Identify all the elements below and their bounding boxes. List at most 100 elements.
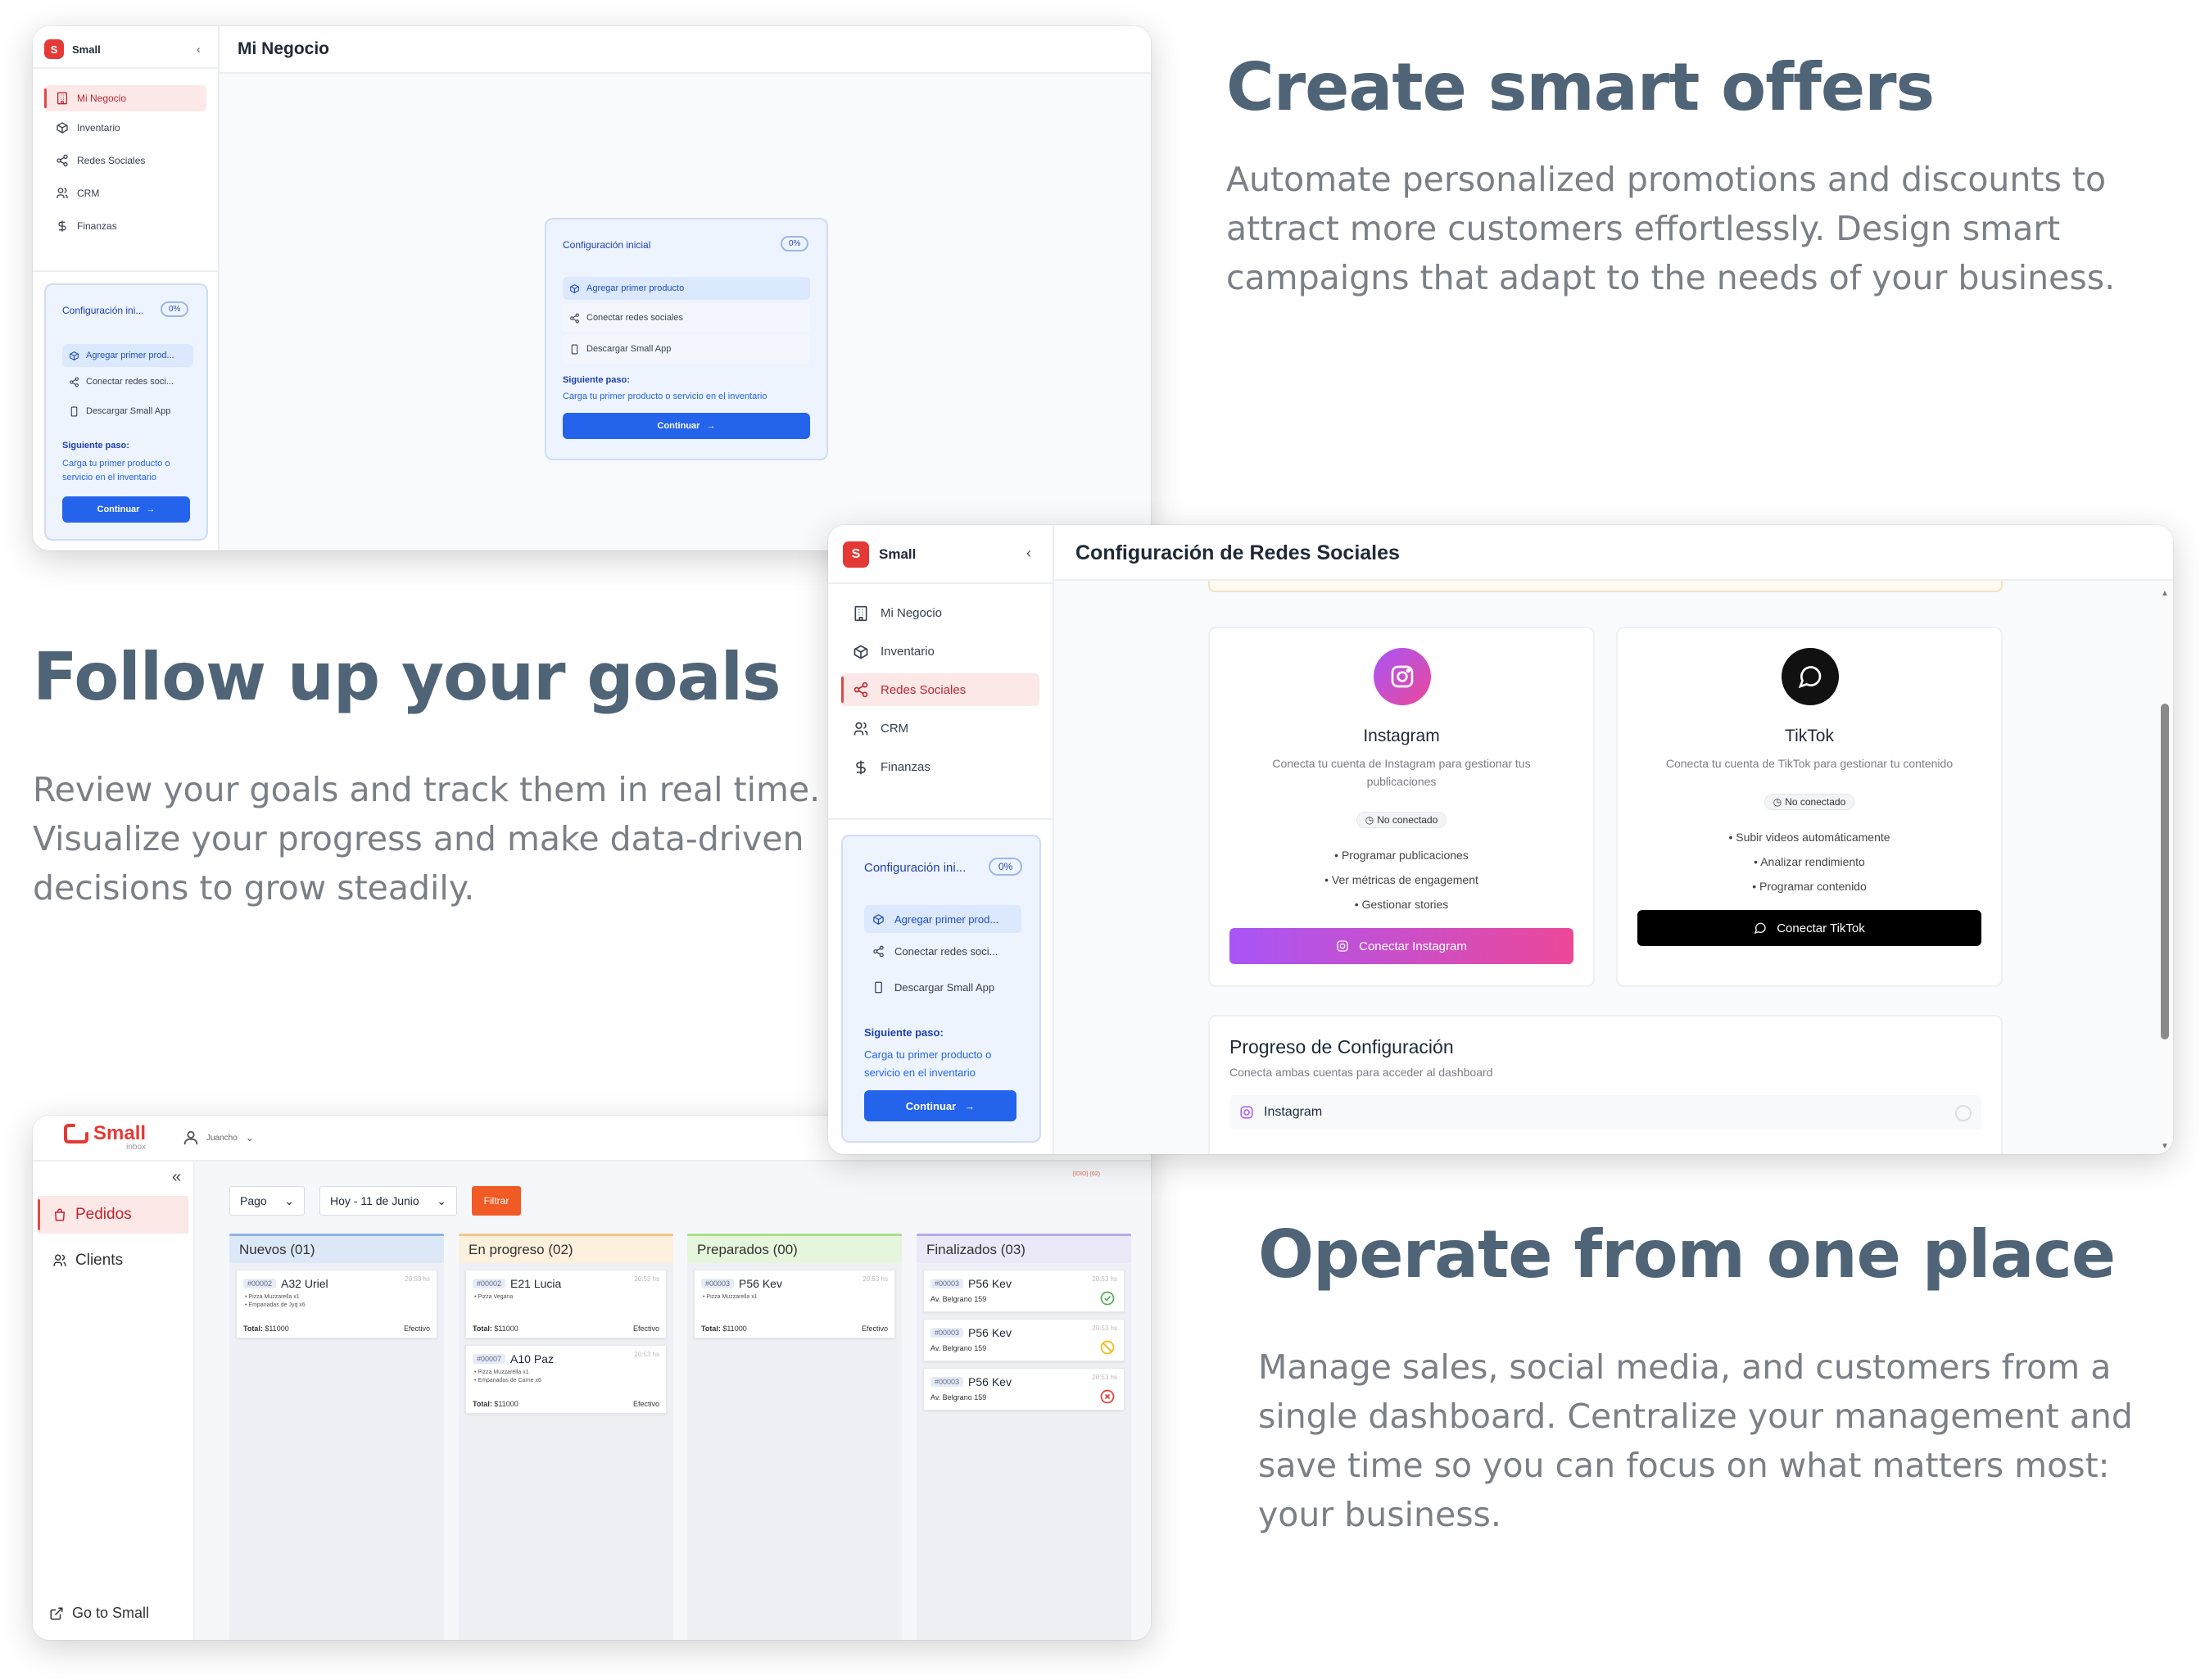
- setup-step-add-product[interactable]: Agregar primer prod...: [864, 905, 1021, 933]
- building-icon: [854, 605, 867, 621]
- x-circle-icon: [1100, 1389, 1115, 1404]
- sidebar-item-mi-negocio[interactable]: Mi Negocio: [44, 85, 206, 111]
- order-item: • Pizza Muzzarella x1: [245, 1294, 300, 1300]
- order-items: • Pizza Vegana: [474, 1293, 513, 1302]
- brand-sub: inbox: [126, 1143, 147, 1152]
- connect-instagram-button[interactable]: Conectar Instagram: [1229, 928, 1573, 964]
- order-card[interactable]: #00003 P56 Kev 20:53 hs Av. Belgrano 159: [923, 1270, 1125, 1312]
- order-id: #00002: [473, 1279, 506, 1288]
- feature-item: • Ver métricas de engagement: [1324, 873, 1478, 886]
- sidebar-item-label: CRM: [881, 722, 909, 736]
- order-id: #00003: [701, 1279, 735, 1288]
- order-item-label: Pizza Muzzarella x1: [706, 1294, 758, 1300]
- order-card[interactable]: #00003 P56 Kev 20:53 hs Av. Belgrano 159: [923, 1368, 1125, 1411]
- order-card[interactable]: #00007 A10 Paz 20:53 hs • Pizza Muzzarella …: [465, 1345, 667, 1414]
- sidebar-item-redes-sociales[interactable]: Redes Sociales: [44, 144, 206, 177]
- tiktok-status-badge: ◷ No conectado: [1764, 794, 1855, 810]
- connect-tiktok-button[interactable]: Conectar TikTok: [1637, 910, 1981, 946]
- order-time: 20:53 hs: [1092, 1325, 1117, 1332]
- phone-icon: [571, 344, 578, 354]
- continue-button[interactable]: Continuar →: [563, 413, 810, 439]
- dollar-icon: [856, 760, 866, 774]
- payment-method: Efectivo: [632, 1325, 659, 1333]
- setup-step-add-product[interactable]: Agregar primer producto: [563, 277, 810, 300]
- feature-item: • Subir videos automáticamente: [1728, 831, 1890, 844]
- sidebar-item-label: Mi Negocio: [77, 93, 127, 104]
- setup-title: Configuración inicial: [563, 239, 651, 251]
- filter-button[interactable]: Filtrar: [472, 1186, 521, 1216]
- scrollbar[interactable]: ▲ ▼: [2157, 581, 2173, 1154]
- payment-filter[interactable]: Pago ⌄: [229, 1186, 305, 1216]
- building-icon: [57, 92, 67, 105]
- sidebar-item-inventario[interactable]: Inventario: [44, 111, 206, 144]
- setup-step-add-product[interactable]: Agregar primer prod...: [62, 344, 193, 367]
- external-link-icon: [50, 1607, 63, 1619]
- collapse-icon[interactable]: ‹: [1026, 545, 1031, 562]
- sidebar-item-crm[interactable]: CRM: [44, 177, 206, 210]
- progress-item-instagram: Instagram: [1229, 1095, 1981, 1130]
- sidebar-item-mi-negocio[interactable]: Mi Negocio: [841, 594, 1039, 632]
- order-name: E21 Lucia: [510, 1277, 562, 1290]
- feature-label: Subir videos automáticamente: [1736, 831, 1890, 844]
- continue-button[interactable]: Continuar →: [864, 1090, 1016, 1121]
- progress-title: Progreso de Configuración: [1229, 1036, 1454, 1057]
- instagram-features: • Programar publicaciones • Ver métricas…: [1210, 843, 1593, 917]
- instagram-description: Conecta tu cuenta de Instagram para gest…: [1272, 757, 1531, 788]
- date-filter[interactable]: Hoy - 11 de Junio ⌄: [319, 1186, 457, 1216]
- order-time: 20:53 hs: [1092, 1275, 1117, 1283]
- setup-step-label: Descargar Small App: [894, 980, 995, 994]
- setup-step-download-app[interactable]: Descargar Small App: [563, 334, 810, 364]
- feature-label: Programar contenido: [1759, 880, 1867, 893]
- order-name: P56 Kev: [968, 1326, 1012, 1339]
- sidebar-item-finanzas[interactable]: Finanzas: [44, 210, 206, 242]
- button-label: Conectar Instagram: [1359, 939, 1467, 953]
- collapse-icon[interactable]: ‹: [197, 43, 201, 56]
- scroll-down-icon[interactable]: ▼: [2161, 1142, 2169, 1151]
- sidebar-item-clients[interactable]: Clients: [38, 1242, 188, 1279]
- scrollbar-thumb[interactable]: [2161, 704, 2169, 1039]
- box-icon: [70, 351, 79, 360]
- order-total: $11000: [494, 1325, 518, 1333]
- sidebar-item-finanzas[interactable]: Finanzas: [841, 748, 1039, 786]
- scroll-up-icon[interactable]: ▲: [2161, 589, 2169, 598]
- order-id: #00003: [930, 1377, 964, 1387]
- continue-button[interactable]: Continuar →: [62, 496, 190, 523]
- sidebar-item-label: Finanzas: [881, 760, 930, 774]
- tiktok-card: TikTok Conecta tu cuenta de TikTok para …: [1616, 627, 2003, 987]
- user-menu[interactable]: Juancho ⌄: [182, 1129, 254, 1147]
- go-to-small-link[interactable]: Go to Small: [49, 1605, 149, 1622]
- setup-card: Configuración ini... 0% Agregar primer p…: [44, 283, 208, 541]
- sidebar-item-pedidos[interactable]: Pedidos: [38, 1196, 188, 1234]
- next-step-label: Siguiente paso:: [563, 375, 630, 385]
- sidebar-item-label: Inventario: [77, 122, 120, 134]
- setup-title: Configuración ini...: [864, 861, 967, 875]
- phone-icon: [70, 406, 78, 416]
- collapse-icon[interactable]: «: [172, 1168, 181, 1187]
- setup-step-connect-social[interactable]: Conectar redes soci...: [864, 933, 1021, 969]
- sidebar-item-inventario[interactable]: Inventario: [841, 632, 1039, 671]
- app-logo: S Small: [44, 39, 101, 59]
- setup-step-label: Conectar redes sociales: [586, 313, 684, 323]
- order-items: • Pizza Muzzarella x1 • Empanadas de Jyq …: [245, 1293, 306, 1310]
- order-card[interactable]: #00002 E21 Lucia 20:53 hs • Pizza Vegana Tot…: [465, 1270, 667, 1338]
- order-card[interactable]: #00003 P56 Kev 20:53 hs • Pizza Muzzarella …: [694, 1270, 895, 1338]
- total-label: Total:: [473, 1400, 492, 1408]
- setup-step-download-app[interactable]: Descargar Small App: [864, 969, 1021, 1005]
- inbox-window: Small inbox Juancho ⌄ « Pedidos Clients …: [33, 1116, 1151, 1640]
- feature-item: • Gestionar stories: [1354, 898, 1449, 911]
- user-name: Juancho: [206, 1133, 238, 1143]
- setup-step-connect-social[interactable]: Conectar redes sociales: [563, 303, 810, 333]
- setup-step-label: Descargar Small App: [86, 406, 171, 416]
- sidebar-item-label: Mi Negocio: [881, 606, 943, 620]
- setup-step-connect-social[interactable]: Conectar redes soci...: [62, 367, 193, 396]
- page-header: Configuración de Redes Sociales: [1054, 525, 2173, 581]
- app-name: Small: [72, 43, 101, 56]
- sidebar-item-crm[interactable]: CRM: [841, 709, 1039, 748]
- order-card[interactable]: #00002 A32 Uriel 20:53 hs • Pizza Muzzarell…: [236, 1270, 437, 1338]
- mi-negocio-window: S Small ‹ Mi Negocio Inventario Redes So…: [33, 26, 1151, 550]
- smart-offers-heading: Create smart offers: [1226, 49, 1935, 125]
- sidebar-item-redes-sociales[interactable]: Redes Sociales: [841, 673, 1039, 706]
- feature-label: Gestionar stories: [1361, 898, 1449, 911]
- order-card[interactable]: #00003 P56 Kev 20:53 hs Av. Belgrano 159: [923, 1319, 1125, 1361]
- setup-step-download-app[interactable]: Descargar Small App: [62, 396, 193, 426]
